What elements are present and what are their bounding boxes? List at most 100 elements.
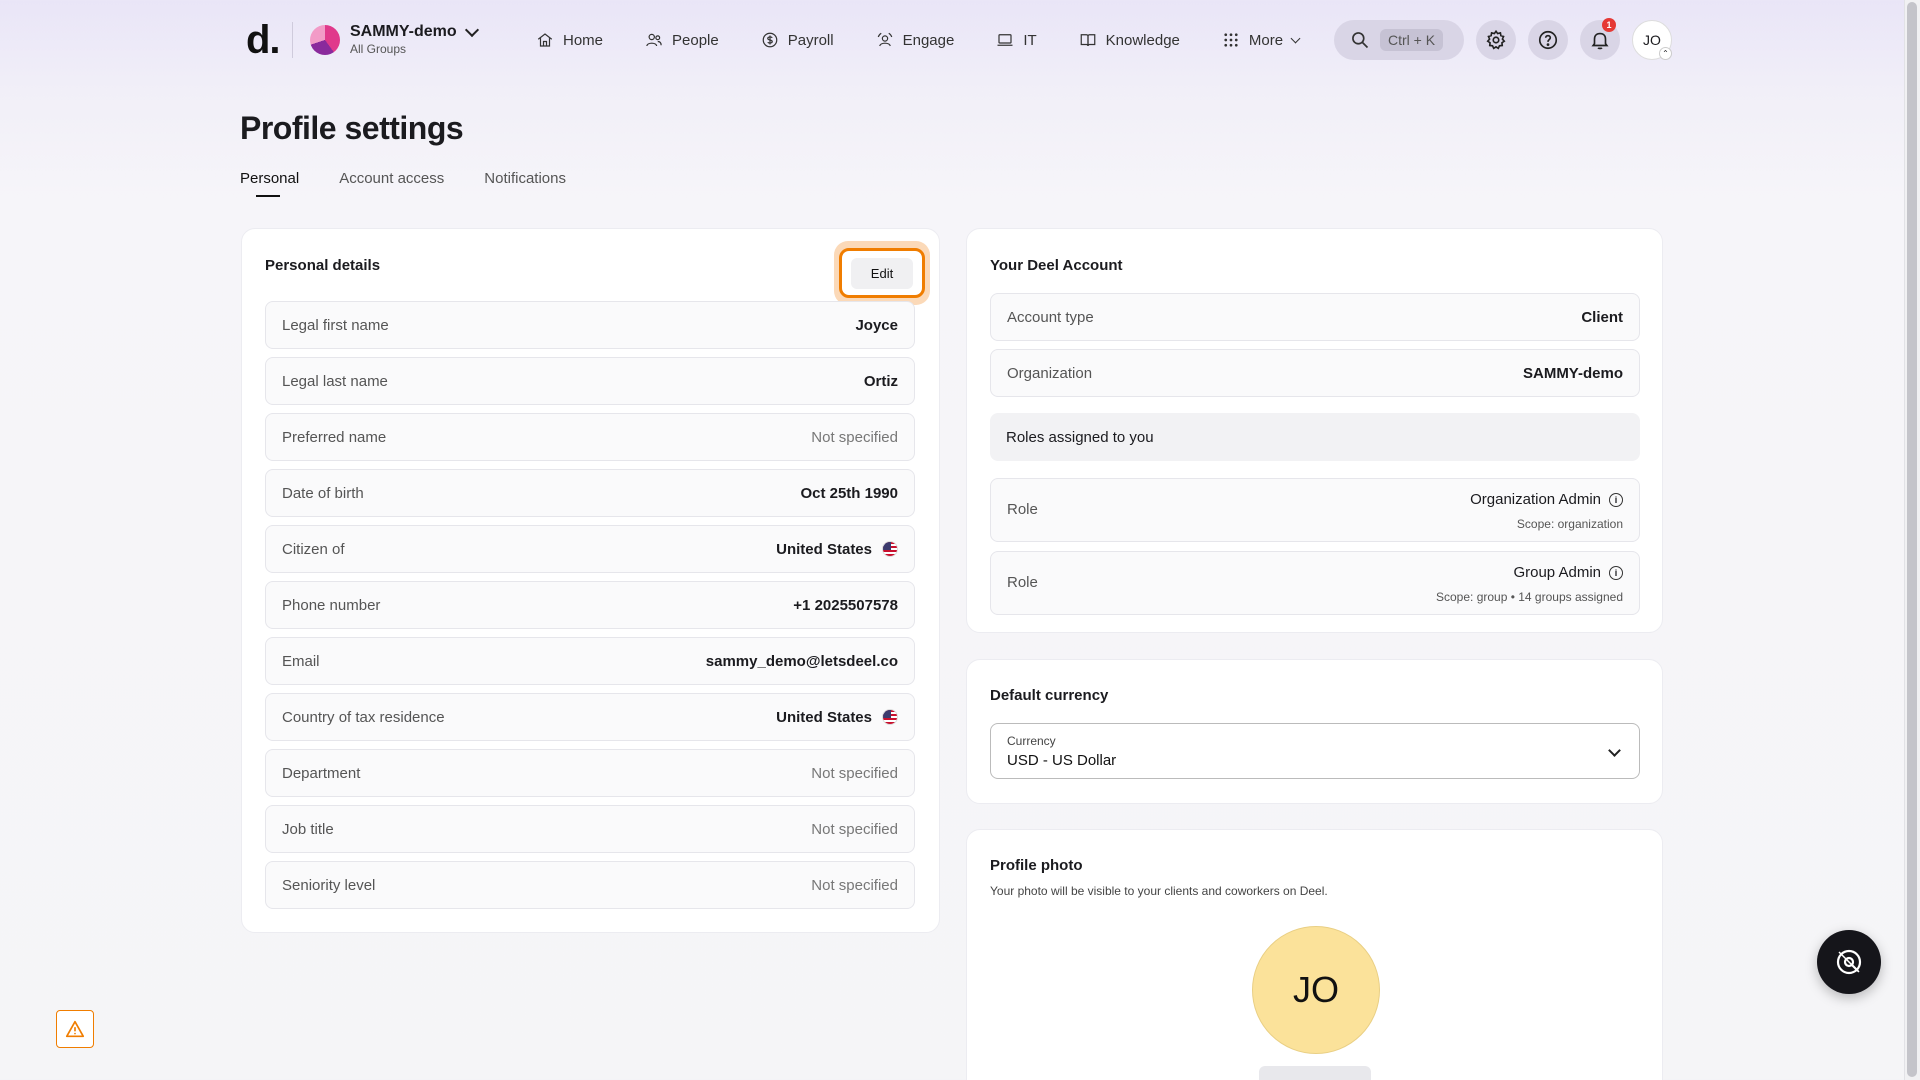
notifications-button[interactable]: 1 <box>1580 18 1620 60</box>
nav-label: Home <box>563 31 604 49</box>
card-title: Profile photo <box>990 857 1083 874</box>
tab-personal[interactable]: Personal <box>240 170 299 197</box>
info-icon[interactable]: i <box>1609 492 1623 507</box>
role-row: Role Group Admin i Scope: group • 14 grou… <box>990 551 1640 615</box>
user-menu-button[interactable]: JO ⌃ <box>1632 20 1672 60</box>
scrollbar-thumb[interactable] <box>1907 2 1917 1077</box>
field-value: Client <box>1581 308 1623 326</box>
nav-engage[interactable]: Engage <box>876 31 955 49</box>
field-preferred-name: Preferred name Not specified <box>265 413 915 461</box>
field-label: Department <box>282 764 361 782</box>
field-value: United States <box>776 541 898 558</box>
main-nav: Home People Payroll Engage IT Knowledge … <box>536 24 1341 56</box>
field-label: Organization <box>1007 364 1093 382</box>
nav-knowledge[interactable]: Knowledge <box>1079 31 1180 49</box>
nav-label: Knowledge <box>1105 31 1180 49</box>
field-label: Email <box>282 652 320 670</box>
search-sparkle-icon <box>1836 949 1862 975</box>
us-flag-icon <box>882 541 898 557</box>
tab-account-access[interactable]: Account access <box>339 170 444 197</box>
field-value: Oct 25th 1990 <box>800 484 898 502</box>
country-name: United States <box>776 540 872 558</box>
field-department: Department Not specified <box>265 749 915 797</box>
help-button[interactable] <box>1528 20 1568 60</box>
field-tax-residence: Country of tax residence United States <box>265 693 915 741</box>
field-legal-first-name: Legal first name Joyce <box>265 301 915 349</box>
bell-icon <box>1591 32 1609 50</box>
role-name-text: Group Admin <box>1513 564 1601 581</box>
upload-photo-button[interactable] <box>1259 1066 1371 1080</box>
gear-icon <box>1486 29 1506 50</box>
chevron-up-icon: ⌃ <box>1659 47 1672 60</box>
role-name: Group Admin i <box>1513 564 1623 581</box>
edit-label: Edit <box>850 257 914 289</box>
field-value: sammy_demo@letsdeel.co <box>705 652 898 670</box>
engage-icon <box>877 32 892 47</box>
field-job-title: Job title Not specified <box>265 805 915 853</box>
field-value: +1 2025507578 <box>793 596 898 614</box>
field-value: Not specified <box>811 820 898 838</box>
warning-icon <box>65 1020 85 1038</box>
assistant-button[interactable] <box>1817 930 1881 994</box>
field-value: United States <box>776 709 898 726</box>
card-title: Default currency <box>990 687 1109 704</box>
org-avatar <box>310 24 340 55</box>
tab-notifications[interactable]: Notifications <box>484 170 566 197</box>
nav-more[interactable]: More <box>1222 31 1301 49</box>
card-title: Your Deel Account <box>990 257 1123 274</box>
field-label: Citizen of <box>282 540 345 558</box>
laptop-icon <box>997 34 1013 46</box>
payroll-icon <box>762 32 778 48</box>
country-name: United States <box>776 708 872 726</box>
settings-button[interactable] <box>1476 20 1516 60</box>
home-icon <box>537 33 553 47</box>
profile-photo-card: Profile photo Your photo will be visible… <box>966 829 1663 1080</box>
field-value: Not specified <box>811 876 898 894</box>
field-label: Job title <box>282 820 334 838</box>
warning-button[interactable] <box>56 1010 94 1048</box>
grid-icon <box>1224 33 1238 47</box>
role-name: Organization Admin i <box>1470 491 1623 508</box>
field-email: Email sammy_demo@letsdeel.co <box>265 637 915 685</box>
deel-logo[interactable]: d. <box>246 18 281 62</box>
org-switcher[interactable]: SAMMY-demo All Groups <box>310 22 479 57</box>
field-value: Not specified <box>811 428 898 446</box>
role-name-text: Organization Admin <box>1470 491 1601 508</box>
field-legal-last-name: Legal last name Ortiz <box>265 357 915 405</box>
nav-label: More <box>1248 31 1284 49</box>
help-icon <box>1538 30 1558 50</box>
currency-select[interactable]: Currency USD - US Dollar <box>990 723 1640 779</box>
info-icon[interactable]: i <box>1609 565 1623 580</box>
field-label: Legal last name <box>282 372 388 390</box>
nav-payroll[interactable]: Payroll <box>761 31 834 49</box>
divider <box>292 22 293 58</box>
field-label: Seniority level <box>282 876 376 894</box>
nav-label: People <box>672 31 719 49</box>
nav-home[interactable]: Home <box>536 31 603 49</box>
field-label: Date of birth <box>282 484 364 502</box>
edit-highlight: Edit <box>834 241 930 305</box>
user-initials: JO <box>1643 32 1661 48</box>
nav-it[interactable]: IT <box>996 31 1037 49</box>
org-scope: All Groups <box>350 42 407 56</box>
role-label: Role <box>1007 574 1038 591</box>
page-title: Profile settings <box>240 110 464 146</box>
search-button[interactable]: Ctrl + K <box>1334 20 1464 60</box>
us-flag-icon <box>882 709 898 725</box>
top-navigation: d. SAMMY-demo All Groups Home People Pay… <box>0 0 1920 80</box>
role-label: Role <box>1007 501 1038 518</box>
field-value: Ortiz <box>863 372 898 390</box>
select-value: USD - US Dollar <box>1007 752 1117 769</box>
role-row: Role Organization Admin i Scope: organiza… <box>990 478 1640 542</box>
nav-label: Engage <box>902 31 955 49</box>
field-citizen-of: Citizen of United States <box>265 525 915 573</box>
role-scope: Scope: group • 14 groups assigned <box>1436 590 1623 604</box>
card-title: Personal details <box>265 257 381 274</box>
book-icon <box>1080 34 1096 47</box>
profile-tabs: Personal Account access Notifications <box>240 170 606 197</box>
field-phone-number: Phone number +1 2025507578 <box>265 581 915 629</box>
nav-people[interactable]: People <box>645 31 719 49</box>
search-icon <box>1352 32 1369 49</box>
field-value: Joyce <box>855 316 898 334</box>
edit-button[interactable]: Edit <box>839 248 925 298</box>
